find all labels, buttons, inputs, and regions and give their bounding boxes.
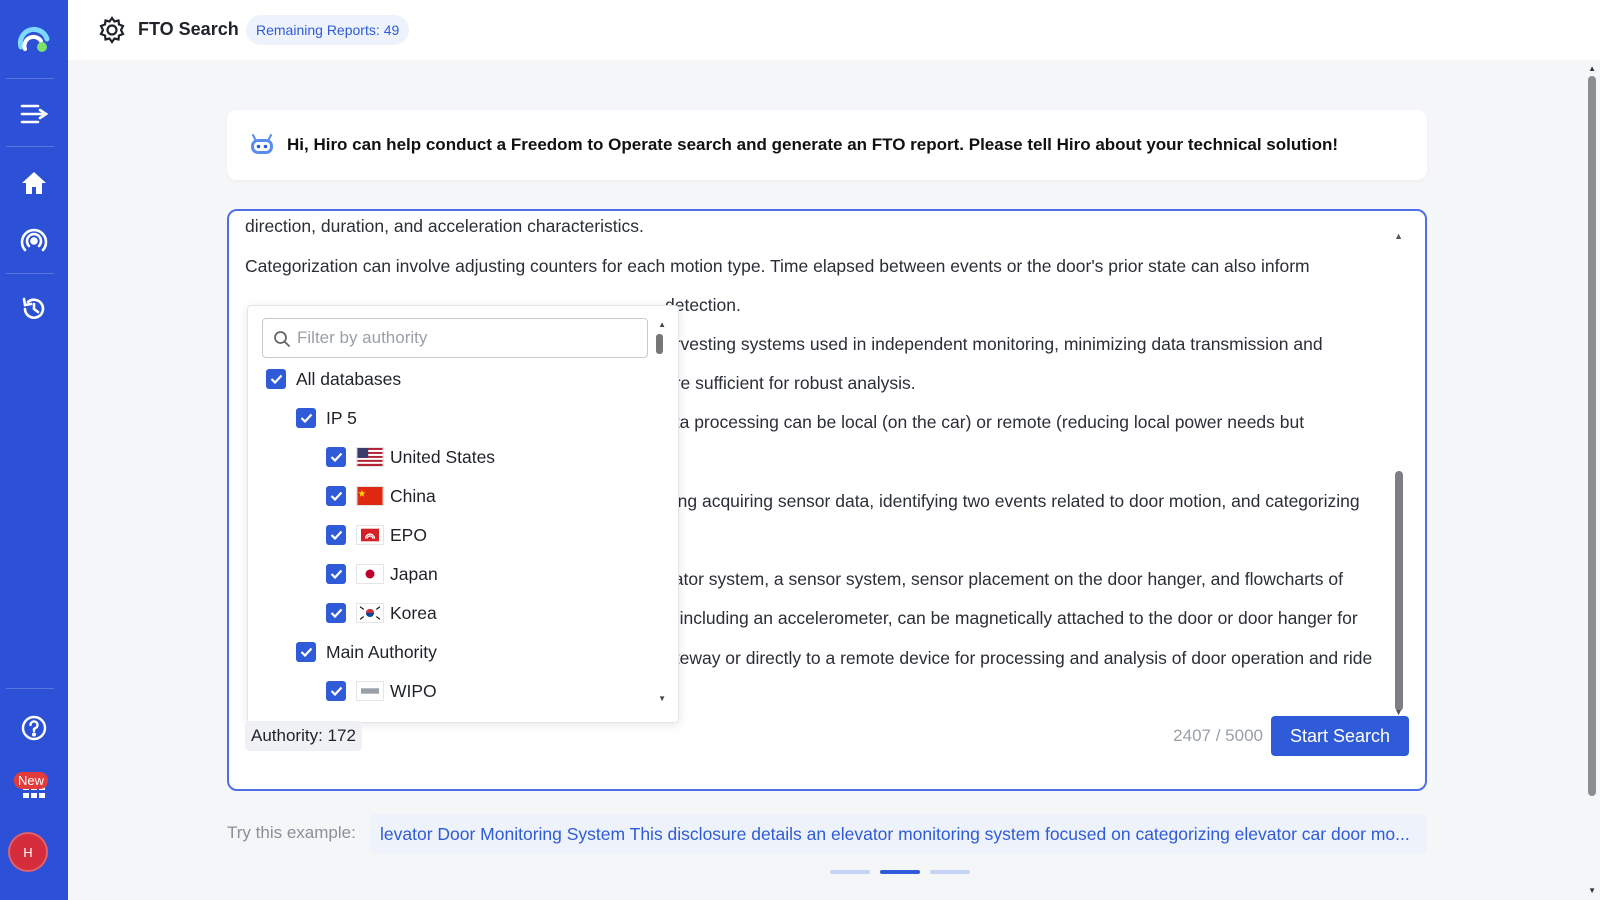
logo-icon[interactable] — [0, 22, 68, 58]
remaining-reports-badge: Remaining Reports:49 — [246, 15, 409, 45]
remaining-label: Remaining Reports: — [256, 22, 380, 38]
dd-item-korea[interactable]: Korea — [326, 596, 437, 630]
dd-item-label: China — [390, 486, 436, 507]
sidebar-divider — [6, 78, 54, 79]
checkbox-checked[interactable] — [296, 642, 316, 662]
us-flag-icon — [356, 447, 384, 467]
dd-item-label: IP 5 — [326, 408, 357, 429]
epo-flag-icon — [356, 525, 384, 545]
authority-dropdown: All databases IP 5 United States China — [247, 305, 679, 723]
intro-card: Hi, Hiro can help conduct a Freedom to O… — [227, 110, 1427, 180]
checkbox-checked[interactable] — [326, 486, 346, 506]
dd-item-label: WIPO — [390, 681, 437, 702]
checkbox-checked[interactable] — [326, 447, 346, 467]
help-icon[interactable] — [0, 713, 68, 743]
example-label: Try this example: — [227, 823, 356, 843]
dropdown-scroll-up-arrow[interactable]: ▲ — [658, 320, 666, 329]
dd-item-japan[interactable]: Japan — [326, 557, 438, 591]
dd-item-main-authority[interactable]: Main Authority — [296, 635, 437, 669]
sidebar-divider — [6, 688, 54, 689]
page-scroll-down-arrow[interactable]: ▼ — [1588, 886, 1596, 895]
intro-message: Hi, Hiro can help conduct a Freedom to O… — [287, 135, 1338, 155]
carousel-dot-active[interactable] — [880, 870, 920, 874]
radar-icon[interactable] — [0, 226, 68, 256]
dd-item-ip5[interactable]: IP 5 — [296, 401, 357, 435]
checkbox-checked[interactable] — [326, 564, 346, 584]
dd-item-china[interactable]: China — [326, 479, 436, 513]
dd-item-label: EPO — [390, 525, 427, 546]
new-badge: New — [14, 772, 48, 789]
dd-item-wipo[interactable]: WIPO — [326, 674, 437, 708]
editor-line: ving acquiring sensor data, identifying … — [665, 491, 1360, 512]
dd-item-all-databases[interactable]: All databases — [266, 362, 401, 396]
example-suggestion[interactable]: levator Door Monitoring System This disc… — [370, 814, 1427, 854]
dd-item-label: United States — [390, 447, 495, 468]
dd-item-label: Japan — [390, 564, 438, 585]
fto-gear-icon — [98, 16, 126, 49]
authority-selector[interactable]: Authority: 172 — [245, 721, 362, 751]
checkbox-checked[interactable] — [326, 603, 346, 623]
remaining-count: 49 — [384, 22, 400, 38]
authority-filter[interactable] — [262, 318, 648, 358]
avatar[interactable]: H — [8, 832, 48, 872]
authority-label: Authority: — [251, 726, 323, 745]
dd-item-label: All databases — [296, 369, 401, 390]
editor-line: direction, duration, and acceleration ch… — [245, 216, 644, 237]
robot-icon — [249, 134, 275, 161]
authority-count: 172 — [328, 726, 356, 745]
editor-line: ateway or directly to a remote device fo… — [665, 648, 1372, 669]
sidebar-divider — [6, 273, 54, 274]
carousel-dot[interactable] — [930, 870, 970, 874]
char-counter: 2407 / 5000 — [1173, 726, 1263, 746]
authority-filter-input[interactable] — [297, 319, 637, 357]
solution-editor[interactable]: direction, duration, and acceleration ch… — [227, 209, 1427, 791]
dd-item-label: Korea — [390, 603, 437, 624]
checkbox-checked[interactable] — [326, 525, 346, 545]
page-scrollbar-thumb[interactable] — [1588, 76, 1596, 796]
editor-line: n including an accelerometer, can be mag… — [665, 608, 1358, 629]
char-count-max: 5000 — [1225, 726, 1263, 745]
menu-collapse-icon[interactable] — [0, 98, 68, 130]
dropdown-scroll-down-arrow[interactable]: ▼ — [658, 694, 666, 703]
editor-scroll-up-arrow[interactable]: ▲ — [1394, 231, 1403, 241]
dd-item-label: Main Authority — [326, 642, 437, 663]
cn-flag-icon — [356, 486, 384, 506]
kr-flag-icon — [356, 603, 384, 623]
dd-item-united-states[interactable]: United States — [326, 440, 495, 474]
page-scroll-up-arrow[interactable]: ▲ — [1588, 64, 1596, 73]
history-icon[interactable] — [0, 294, 68, 324]
sidebar: New H — [0, 0, 68, 900]
header: FTO Search Remaining Reports:49 — [68, 0, 1600, 60]
checkbox-checked[interactable] — [326, 681, 346, 701]
editor-line: Categorization can involve adjusting cou… — [245, 256, 1310, 277]
checkbox-checked[interactable] — [296, 408, 316, 428]
editor-line: arvesting systems used in independent mo… — [665, 334, 1323, 355]
start-search-button[interactable]: Start Search — [1271, 716, 1409, 756]
editor-scrollbar-thumb[interactable] — [1395, 471, 1403, 711]
editor-line: vator system, a sensor system, sensor pl… — [665, 569, 1343, 590]
carousel-dot[interactable] — [830, 870, 870, 874]
page-title: FTO Search — [138, 19, 239, 40]
editor-line: ata processing can be local (on the car)… — [665, 412, 1304, 433]
char-count-current: 2407 — [1173, 726, 1211, 745]
home-icon[interactable] — [0, 168, 68, 198]
editor-line: are sufficient for robust analysis. — [665, 373, 916, 394]
search-icon — [273, 330, 291, 348]
dropdown-scrollbar-thumb[interactable] — [656, 334, 663, 354]
checkbox-checked[interactable] — [266, 369, 286, 389]
dd-item-epo[interactable]: EPO — [326, 518, 427, 552]
wipo-flag-icon — [356, 681, 384, 701]
sidebar-divider — [6, 146, 54, 147]
jp-flag-icon — [356, 564, 384, 584]
